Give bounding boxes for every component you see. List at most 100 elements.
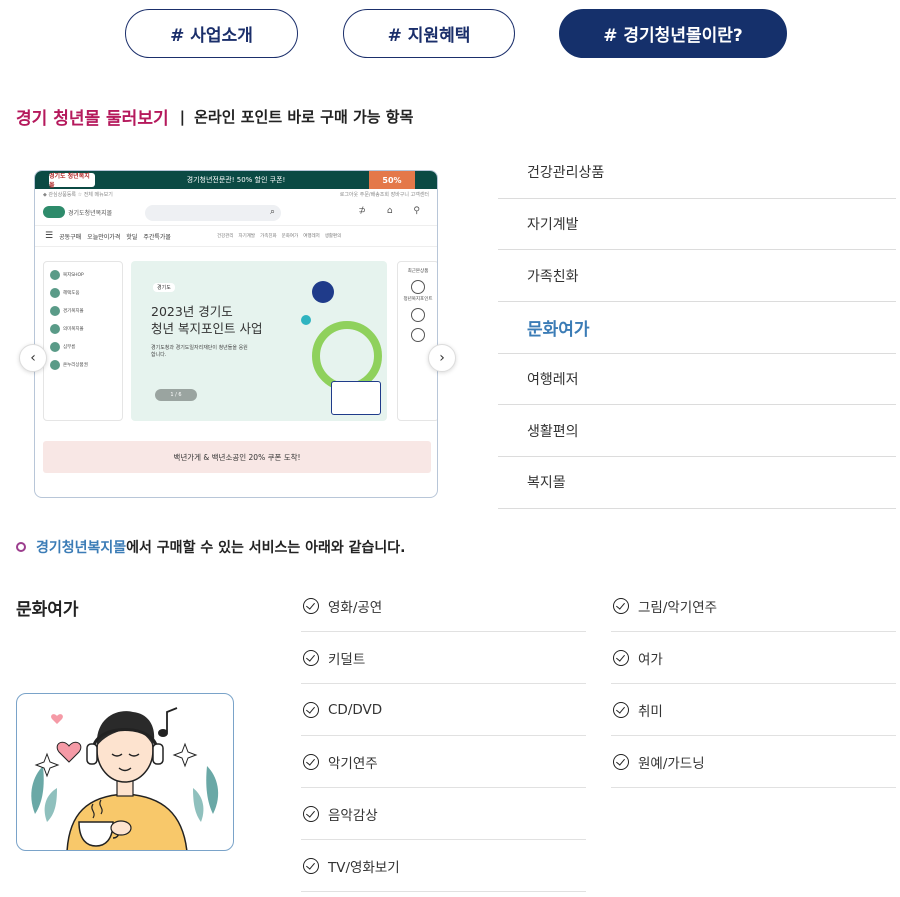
- shop-icon: [50, 324, 60, 334]
- mock-top-logo: 경기도 청년복지몰: [49, 173, 95, 189]
- mock-util-bar: ◆ 관심상품등록 ☆ 전체 메뉴보기 로그아웃 주문/배송조회 장바구니 고객센…: [35, 189, 437, 199]
- service-item: 악기연주: [301, 736, 586, 788]
- mock-nav-cat: 건강관리: [216, 234, 234, 239]
- mock-banner-title-line: 2023년 경기도: [151, 304, 233, 319]
- tab-youth-mall-about[interactable]: # 경기청년몰이란?: [559, 9, 787, 58]
- shop-icon: [50, 288, 60, 298]
- mock-right-title: 최근본상품: [407, 269, 429, 274]
- service-label: 그림/악기연주: [638, 599, 718, 616]
- shop-icon: [50, 342, 60, 352]
- category-health[interactable]: 건강관리상품: [498, 147, 896, 199]
- service-label: 악기연주: [328, 755, 378, 772]
- category-heading: 문화여가: [16, 600, 79, 620]
- service-list-col-1: 영화/공연 키덜트 CD/DVD 악기연주 음악감상 TV/영화보기: [301, 580, 586, 892]
- mock-nav-cat: 자기계발: [238, 234, 256, 239]
- mock-side-label: 심부름: [63, 345, 76, 350]
- check-circle-icon: [303, 649, 319, 666]
- service-item: 음악감상: [301, 788, 586, 840]
- service-label: TV/영화보기: [328, 859, 400, 876]
- section-title-main: 경기 청년몰 둘러보기: [16, 109, 169, 129]
- category-family[interactable]: 가족친화: [498, 250, 896, 303]
- carousel-prev-button[interactable]: ‹: [19, 344, 47, 372]
- tab-bar: # 사업소개 # 지원혜택 # 경기청년몰이란?: [0, 9, 900, 59]
- tab-business-intro[interactable]: # 사업소개: [125, 9, 298, 58]
- service-item: 영화/공연: [301, 580, 586, 632]
- check-circle-icon: [303, 753, 319, 770]
- service-label: 여가: [638, 651, 663, 668]
- mock-brand-text: 경기도청년복지몰: [68, 209, 113, 217]
- service-item: 키덜트: [301, 632, 586, 684]
- app-icon: [411, 308, 425, 322]
- service-list-col-2: 그림/악기연주 여가 취미 원예/가드닝: [611, 580, 896, 788]
- service-label: 영화/공연: [328, 599, 383, 616]
- category-travel[interactable]: 여행레저: [498, 354, 896, 406]
- shop-icon: [50, 306, 60, 316]
- mock-side-item: 복지SHOP: [50, 268, 116, 282]
- mock-top-banner: 경기청년전문관! 50% 할인 쿠폰!: [186, 176, 286, 184]
- service-label: 음악감상: [328, 807, 378, 824]
- mock-banner-title-line: 청년 복지포인트 사업: [151, 321, 263, 336]
- mock-header: 경기도청년복지몰 ⌕ ⊅ ⌂ ⚲: [35, 199, 437, 225]
- service-item: 여가: [611, 632, 896, 684]
- mock-sidebar: 복지SHOP 헤택도움 경기복지몰 의미복지몰 심부름 온누리상품권: [43, 261, 123, 421]
- mock-side-item: 헤택도움: [50, 286, 116, 300]
- category-culture-leisure[interactable]: 문화여가: [498, 302, 896, 354]
- mock-banner-pager: 1 / 6: [155, 389, 197, 401]
- point-icon: [411, 280, 425, 294]
- mock-brand: 경기도청년복지몰: [43, 204, 117, 220]
- category-living[interactable]: 생활편의: [498, 405, 896, 458]
- title-separator: |: [179, 107, 186, 126]
- mock-nav-cat: 가족친화: [260, 234, 277, 239]
- service-item: 그림/악기연주: [611, 580, 896, 632]
- mall-preview-screenshot: 경기도 청년복지몰 경기청년전문관! 50% 할인 쿠폰! 50% ◆ 관심상품…: [34, 170, 438, 498]
- mock-main-banner: 경기도 2023년 경기도 청년 복지포인트 사업 경기도청과 경기도일자리재단…: [131, 261, 387, 421]
- tab-support-benefits[interactable]: # 지원혜택: [343, 9, 515, 58]
- mock-right-panel: 최근본상품 청년복지포인트: [397, 261, 437, 421]
- intro-highlight: 경기청년복지몰: [36, 540, 127, 556]
- category-welfare-mall[interactable]: 복지몰: [498, 457, 896, 509]
- mock-nav: ☰ 공동구매 오늘만이가격 핫딜 주간특가몰 건강관리 자기계발 가족친화 문화…: [35, 225, 437, 247]
- carousel-next-button[interactable]: ›: [428, 344, 456, 372]
- mock-right-label: 청년복지포인트: [403, 297, 433, 302]
- mock-search-bar: ⌕: [145, 205, 281, 221]
- mock-top-badge: 50%: [369, 171, 415, 189]
- mock-top-bar: 경기도 청년복지몰 경기청년전문관! 50% 할인 쿠폰! 50%: [35, 171, 437, 189]
- qr-code-icon: [331, 381, 381, 415]
- shop-icon: [50, 360, 60, 370]
- service-label: 키덜트: [328, 651, 366, 668]
- mock-nav-cat: 문화여가: [281, 234, 299, 239]
- mock-side-item: 의미복지몰: [50, 322, 116, 336]
- music-listener-illustration: [16, 693, 234, 851]
- category-self-development[interactable]: 자기계발: [498, 199, 896, 251]
- service-item: CD/DVD: [301, 684, 586, 736]
- menu-icon: ☰: [45, 231, 54, 241]
- check-circle-icon: [613, 649, 629, 666]
- mock-side-label: 의미복지몰: [63, 327, 84, 332]
- mock-side-label: 온누리상품권: [63, 363, 88, 368]
- mock-banner-tag: 경기도: [153, 283, 175, 292]
- service-item: TV/영화보기: [301, 840, 586, 892]
- check-circle-icon: [613, 597, 629, 614]
- check-circle-icon: [303, 701, 319, 718]
- mock-nav-item: 주간특가몰: [143, 233, 171, 241]
- decor-circle-icon: [312, 281, 334, 303]
- mock-nav-right: 건강관리 자기계발 가족친화 문화여가 여행레저 생활편의: [217, 233, 341, 239]
- mock-nav-cat: 생활편의: [324, 234, 342, 239]
- decor-dot-icon: [301, 315, 311, 325]
- mock-util-right: 로그아웃 주문/배송조회 장바구니 고객센터: [339, 192, 429, 198]
- section-title-sub: 온라인 포인트 바로 구매 가능 항목: [194, 108, 414, 126]
- mock-header-icons: ⊅ ⌂ ⚲: [358, 206, 429, 216]
- mock-banner-desc: 경기도청과 경기도일자리재단이 청년들을 응원합니다.: [151, 345, 248, 358]
- services-intro: 경기청년복지몰 에서 구매할 수 있는 서비스는 아래와 같습니다.: [16, 537, 405, 557]
- search-icon: ⌕: [269, 207, 275, 217]
- check-circle-icon: [613, 753, 629, 770]
- mock-nav-item: 핫딜: [126, 233, 138, 241]
- mock-side-item: 온누리상품권: [50, 358, 116, 372]
- category-list: 건강관리상품 자기계발 가족친화 문화여가 여행레저 생활편의 복지몰: [498, 147, 896, 509]
- service-label: 취미: [638, 703, 663, 720]
- bullet-ring-icon: [16, 542, 26, 552]
- section-title: 경기 청년몰 둘러보기 | 온라인 포인트 바로 구매 가능 항목: [16, 104, 414, 130]
- mock-coupon-strip: 백년가게 & 백년소공인 20% 쿠폰 도착!: [43, 441, 431, 473]
- check-circle-icon: [303, 805, 319, 822]
- mock-side-label: 복지SHOP: [63, 273, 84, 278]
